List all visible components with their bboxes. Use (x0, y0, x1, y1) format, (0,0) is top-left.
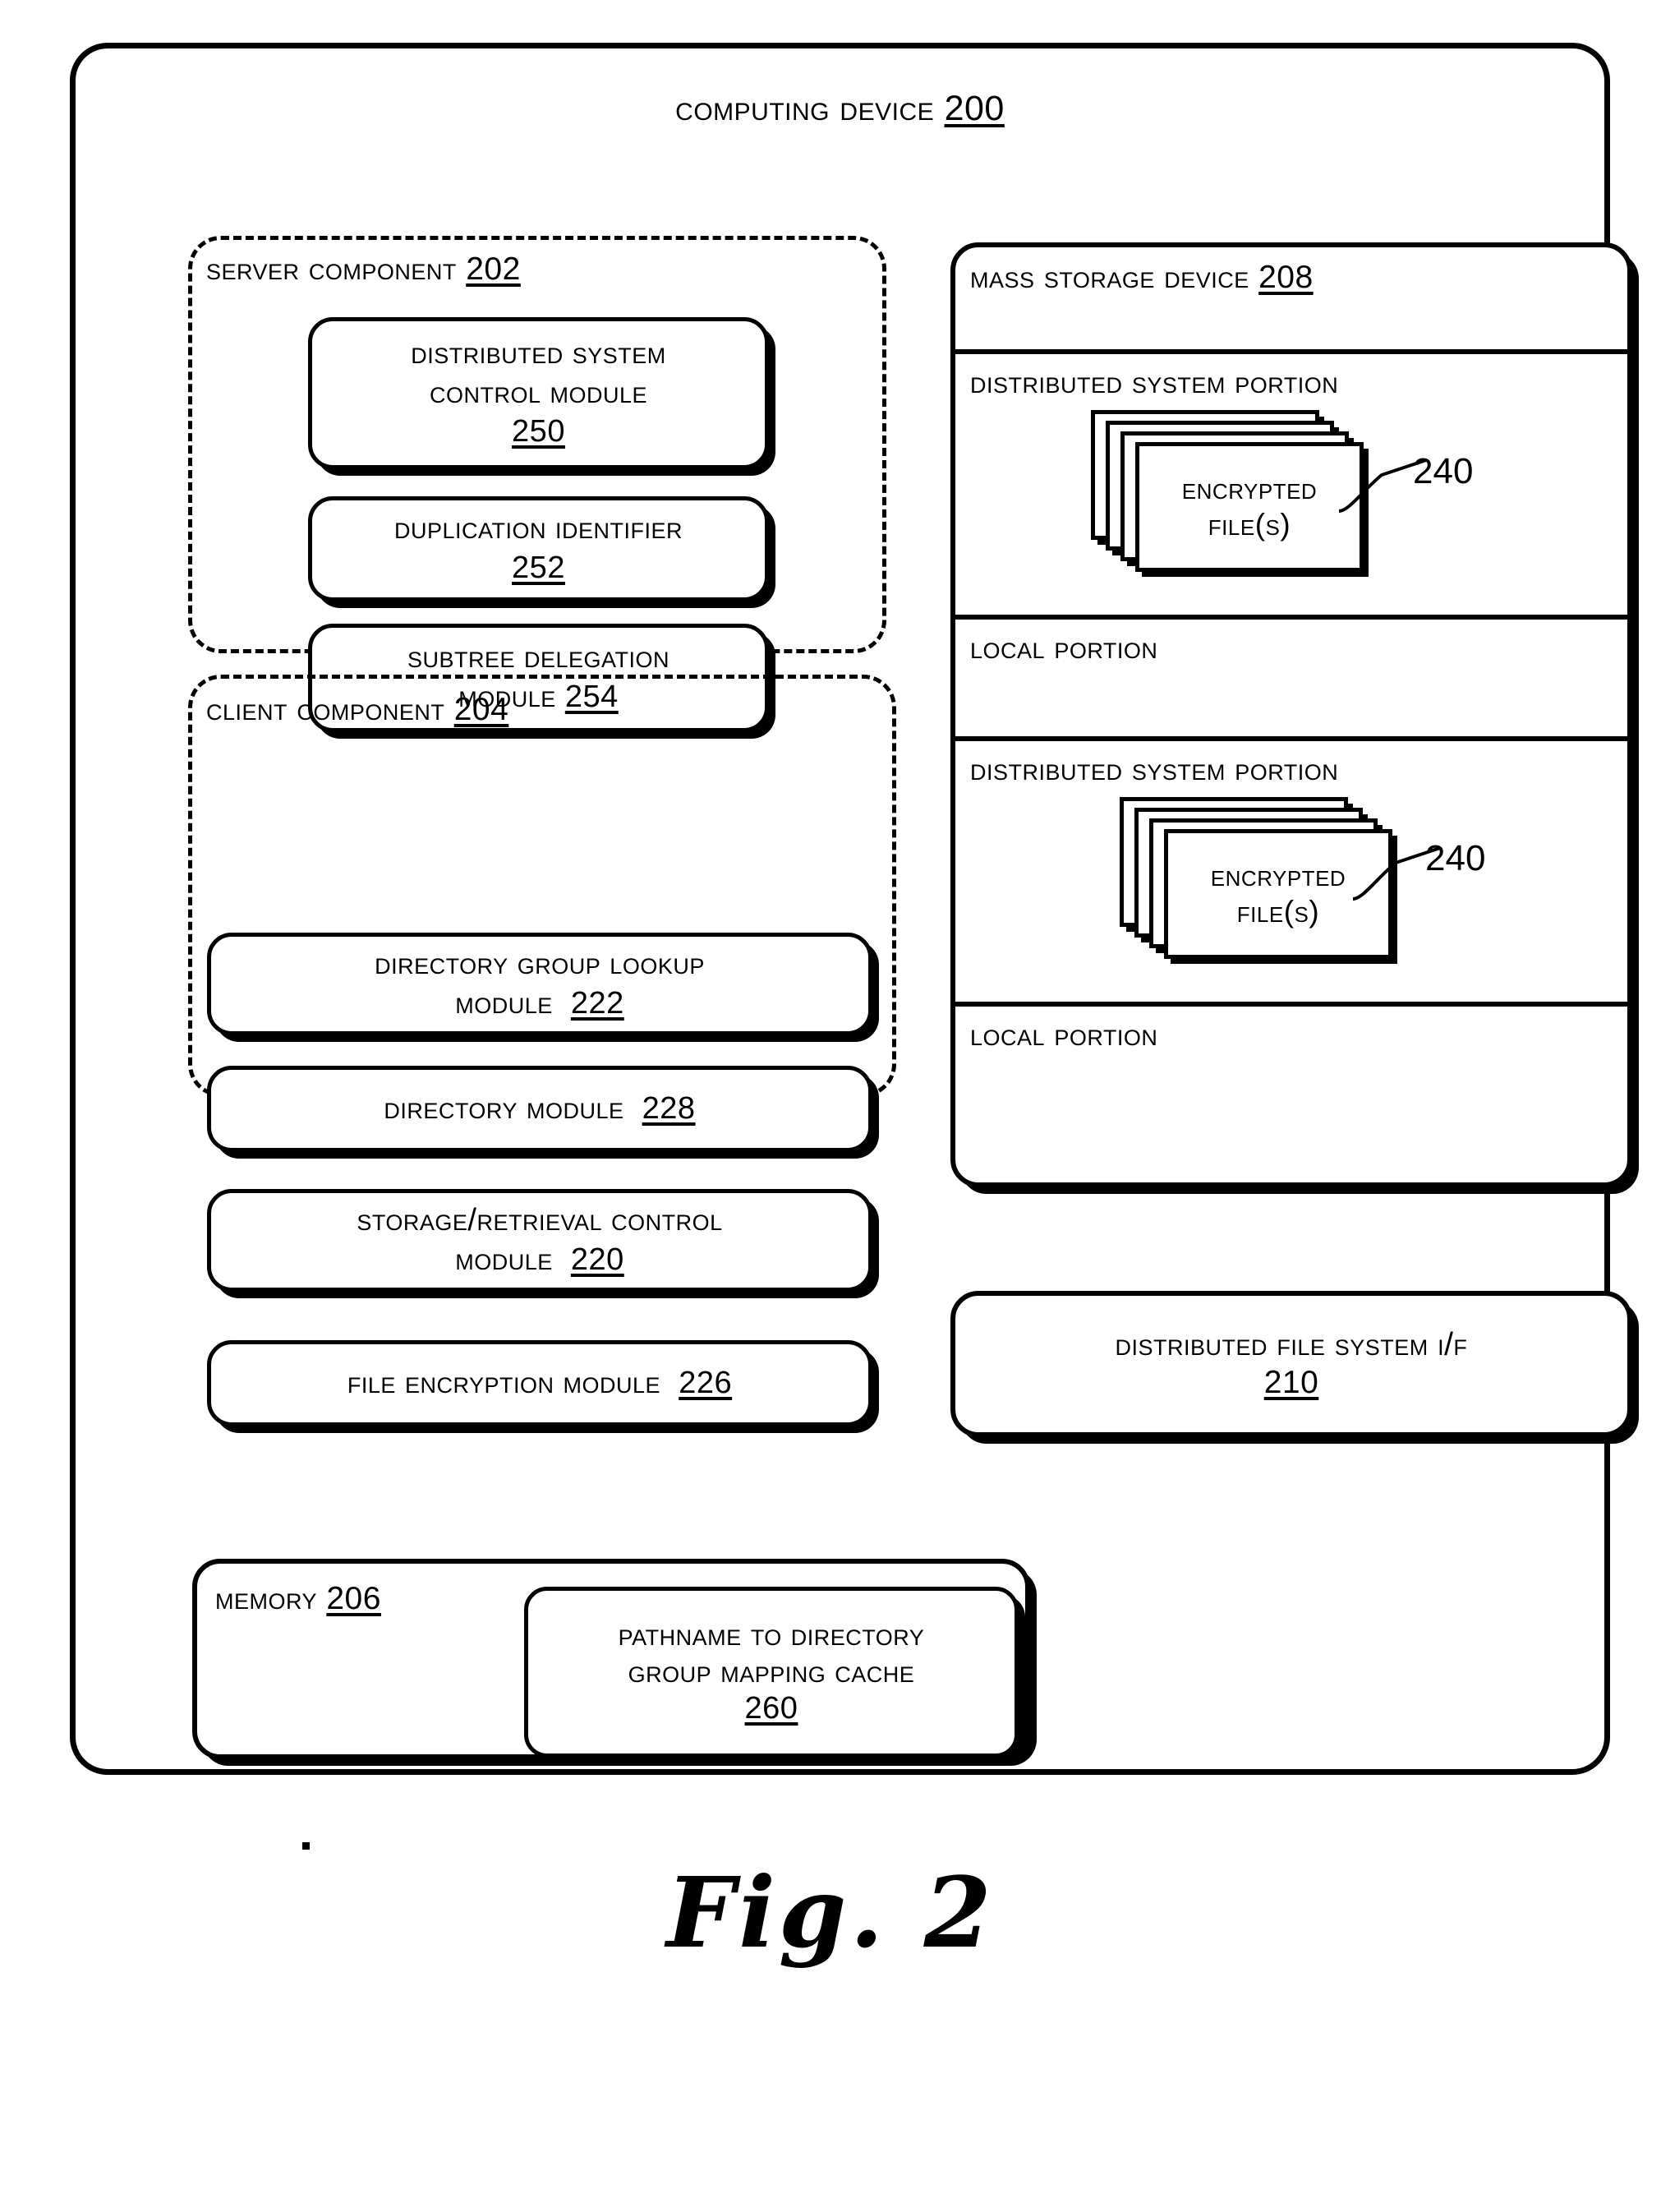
mass-storage-device-title: Mass Storage Device 208 (970, 259, 1314, 297)
server-component-title-text: Server Component (206, 251, 457, 287)
server-component-title: Server Component 202 (206, 251, 521, 288)
dfs-if-ref: 210 (1263, 1365, 1319, 1400)
memory-ref: 206 (326, 1581, 381, 1616)
mass-storage-device-ref: 208 (1258, 260, 1314, 295)
local-portion-row-1: Local Portion (955, 615, 1627, 741)
encrypted-files-line1-b: Encrypted (1210, 859, 1346, 893)
module-220-ref: 220 (570, 1242, 624, 1277)
client-component-title: Client Component 204 (206, 691, 508, 729)
callout-240-a: 240 (1413, 451, 1474, 491)
directory-module-box[interactable]: Directory Module 228 (207, 1066, 872, 1152)
client-component-ref: 204 (453, 692, 509, 727)
msd-row-2-label: Local Portion (970, 630, 1158, 666)
file-sheet-front: Encrypted File(s) (1135, 442, 1364, 572)
distributed-system-portion-row-1: Distributed System Portion Encrypted Fil… (955, 349, 1627, 620)
module-228-ref: 228 (642, 1090, 696, 1126)
memory-box: Memory 206 Pathname to Directory Group M… (192, 1559, 1030, 1759)
file-encryption-module-box[interactable]: File Encryption Module 226 (207, 1340, 872, 1426)
distributed-system-control-module-box[interactable]: Distributed System Control Module 250 (308, 317, 769, 469)
module-250-ref: 250 (512, 414, 565, 449)
encrypted-files-line2-a: File(s) (1208, 508, 1291, 541)
encrypted-files-stack-1: Encrypted File(s) (1091, 410, 1370, 574)
dfs-if-line1: Distributed File System I/F (1115, 1326, 1468, 1362)
module-226-line1: File Encryption Module (347, 1365, 661, 1400)
figure-caption: Fig. 2 (666, 1855, 995, 1970)
module-222-line1: Directory Group Lookup (375, 946, 705, 981)
module-252-ref: 252 (512, 551, 565, 585)
mass-storage-device-title-text: Mass Storage Device (970, 260, 1249, 295)
module-250-line1: Distributed System (411, 335, 666, 371)
local-portion-row-2: Local Portion (955, 1002, 1627, 1182)
computing-device-title-text: Computing Device (675, 89, 935, 128)
encrypted-files-line1-a: Encrypted (1181, 472, 1318, 506)
cache-line1: Pathname to Directory (618, 1617, 925, 1652)
module-222-ref: 222 (570, 985, 624, 1021)
scan-speck (302, 1842, 310, 1850)
computing-device-ref: 200 (944, 89, 1005, 128)
client-component-title-text: Client Component (206, 692, 445, 727)
module-228-line1: Directory Module (384, 1090, 624, 1126)
distributed-system-portion-row-2: Distributed System Portion Encrypted Fil… (955, 736, 1627, 1007)
module-220-line2: Module (455, 1242, 553, 1277)
module-250-line2: Control Module (429, 375, 648, 410)
module-226-ref: 226 (679, 1365, 733, 1400)
directory-group-lookup-module-box[interactable]: Directory Group Lookup Module 222 (207, 933, 872, 1035)
computing-device-title: Computing Device 200 (76, 88, 1604, 130)
duplication-identifier-module-box[interactable]: Duplication Identifier 252 (308, 496, 769, 601)
cache-line2: Group Mapping Cache (628, 1654, 915, 1689)
distributed-file-system-if-box[interactable]: Distributed File System I/F 210 (950, 1291, 1632, 1437)
msd-row-1-label: Distributed System Portion (970, 365, 1339, 400)
module-254-line1: Subtree Delegation (407, 640, 670, 675)
memory-title: Memory 206 (215, 1580, 381, 1618)
pathname-to-directory-group-mapping-cache-box[interactable]: Pathname to Directory Group Mapping Cach… (524, 1587, 1019, 1758)
module-252-line1: Duplication Identifier (393, 511, 683, 546)
storage-retrieval-control-module-box[interactable]: Storage/Retrieval Control Module 220 (207, 1189, 872, 1292)
mass-storage-device-box: Mass Storage Device 208 Distributed Syst… (950, 242, 1632, 1187)
msd-row-3-label: Distributed System Portion (970, 752, 1339, 787)
module-222-line2: Module (455, 985, 553, 1021)
server-component-ref: 202 (466, 251, 521, 287)
memory-title-text: Memory (215, 1581, 318, 1616)
callout-240-b: 240 (1425, 838, 1486, 878)
msd-row-4-label: Local Portion (970, 1017, 1158, 1053)
module-220-line1: Storage/Retrieval Control (357, 1202, 723, 1237)
encrypted-files-line2-b: File(s) (1236, 895, 1320, 929)
cache-ref: 260 (744, 1691, 798, 1726)
